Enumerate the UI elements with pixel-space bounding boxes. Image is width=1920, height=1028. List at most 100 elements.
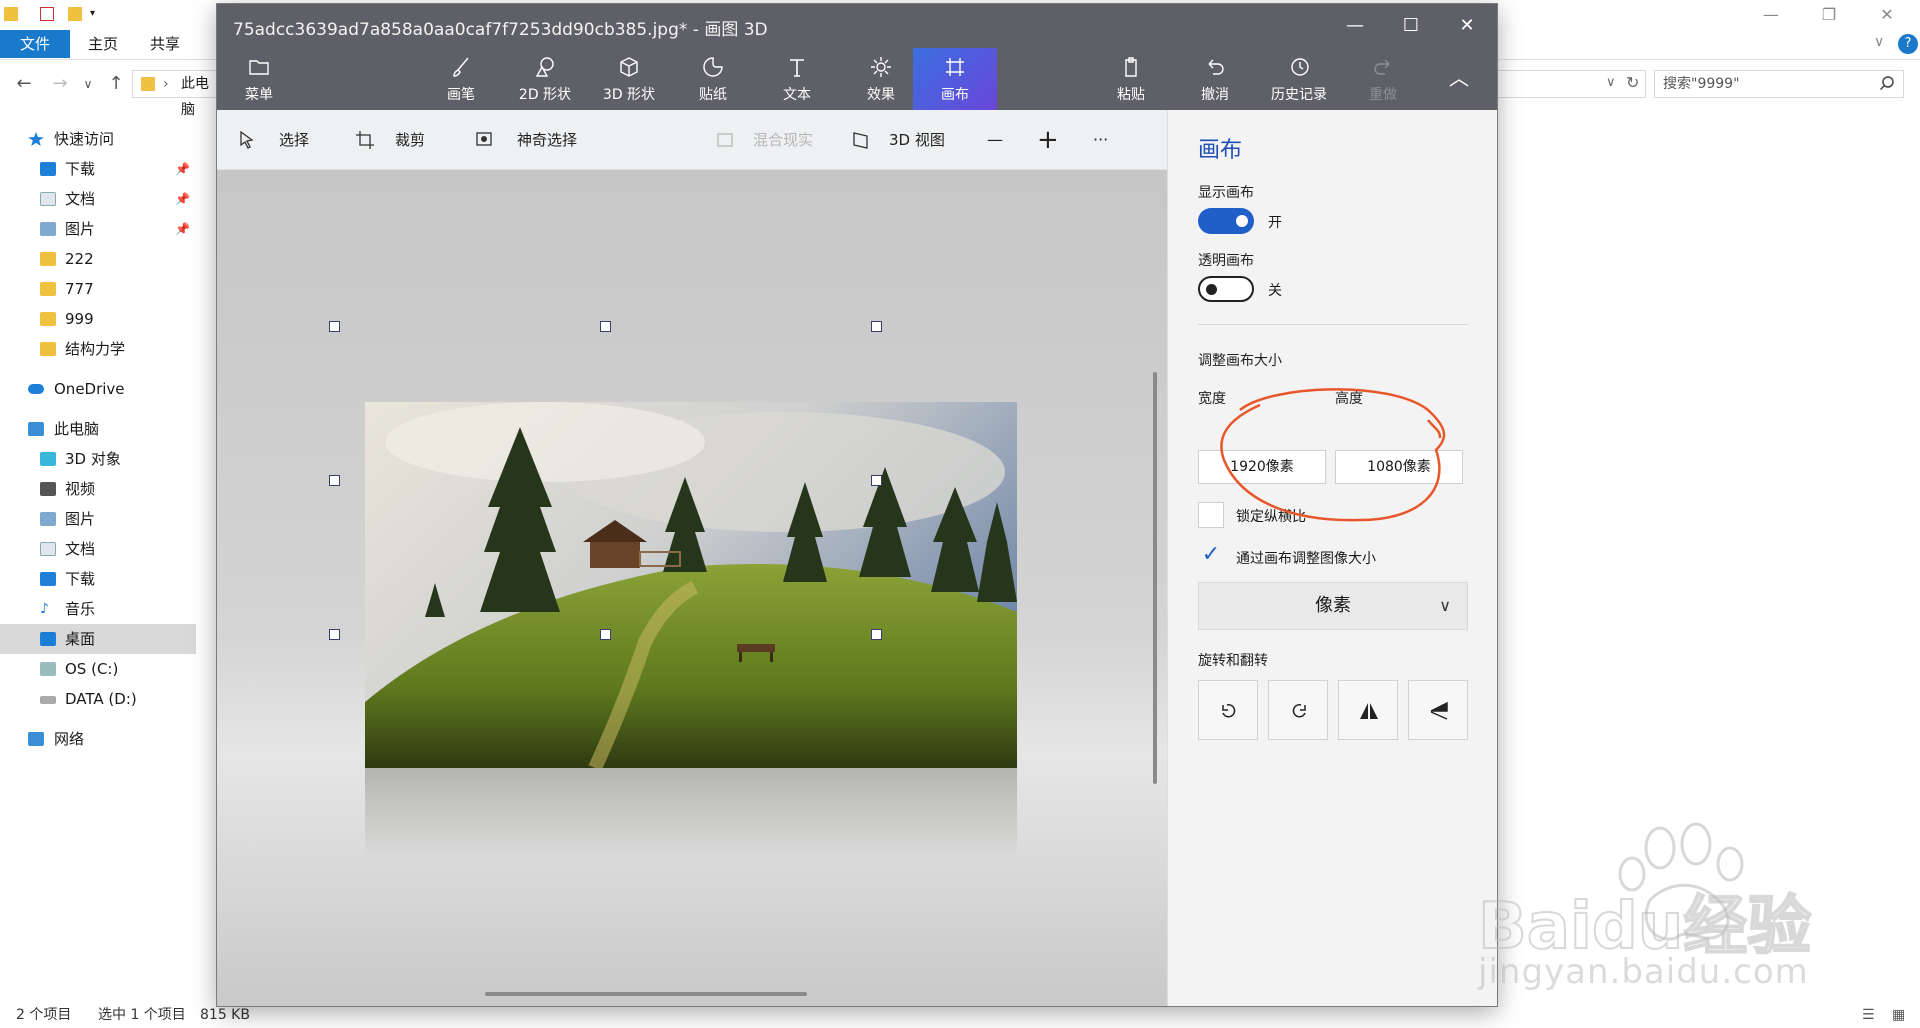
properties-icon[interactable]	[40, 7, 54, 21]
resize-handle-top-left[interactable]	[329, 321, 340, 332]
transparent-canvas-toggle[interactable]	[1198, 276, 1254, 302]
tab-share[interactable]: 共享	[136, 30, 194, 58]
canvas-workspace[interactable]	[217, 170, 1167, 1006]
undo-label: 撤消	[1201, 87, 1229, 103]
text-button[interactable]: 文本	[755, 48, 839, 110]
select-button[interactable]: 选择	[237, 110, 337, 170]
canvas-image[interactable]	[365, 402, 1017, 768]
breadcrumb-chevron-icon: ›	[163, 76, 169, 92]
resize-handle-top-right[interactable]	[871, 321, 882, 332]
sidebar-item-drive-c[interactable]: OS (C:)	[0, 654, 196, 684]
sidebar-item-downloads-pinned[interactable]: 下载 📌	[0, 154, 196, 184]
sidebar-item-folder-999[interactable]: 999	[0, 304, 196, 334]
tab-file[interactable]: 文件	[0, 30, 70, 58]
rotate-left-button[interactable]	[1198, 680, 1258, 740]
up-icon[interactable]: ↑	[104, 72, 128, 96]
address-dropdown-icon[interactable]: ∨	[1606, 75, 1616, 90]
more-options-button[interactable]: ···	[1093, 110, 1123, 170]
resize-handle-right[interactable]	[871, 475, 882, 486]
sidebar-item-pictures-pinned[interactable]: 图片 📌	[0, 214, 196, 244]
resize-handle-bottom-right[interactable]	[871, 629, 882, 640]
sidebar-item-quick-access[interactable]: 快速访问	[0, 124, 196, 154]
address-bar[interactable]: › 此电脑	[132, 70, 222, 118]
maximize-icon[interactable]: ☐	[1383, 4, 1439, 48]
menu-button[interactable]: 菜单	[217, 48, 301, 110]
close-icon[interactable]: ✕	[1864, 0, 1910, 30]
crop-button[interactable]: 裁剪	[355, 110, 455, 170]
zoom-out-button[interactable]: —	[987, 110, 1011, 170]
sidebar-item-folder-777[interactable]: 777	[0, 274, 196, 304]
unit-select[interactable]: 像素 ∨	[1198, 582, 1468, 630]
restore-icon[interactable]: ❐	[1806, 0, 1852, 30]
resize-handle-top[interactable]	[600, 321, 611, 332]
sidebar-item-pictures[interactable]: 图片	[0, 504, 196, 534]
stickers-button[interactable]: 贴纸	[671, 48, 755, 110]
view-3d-button[interactable]: 3D 视图	[851, 110, 961, 170]
sidebar-item-network[interactable]: 网络	[0, 724, 196, 754]
pin-icon[interactable]: 📌	[175, 214, 190, 244]
canvas-button[interactable]: 画布	[913, 48, 997, 110]
paste-button[interactable]: 粘贴	[1089, 48, 1173, 110]
flip-horizontal-button[interactable]	[1338, 680, 1398, 740]
sidebar-item-onedrive[interactable]: OneDrive	[0, 374, 196, 404]
flip-vertical-button[interactable]	[1408, 680, 1468, 740]
undo-button[interactable]: 撤消	[1173, 48, 1257, 110]
sidebar-item-folder-222[interactable]: 222	[0, 244, 196, 274]
rotate-right-button[interactable]	[1268, 680, 1328, 740]
show-canvas-toggle[interactable]	[1198, 208, 1254, 234]
expand-ribbon-icon[interactable]: ∨	[1874, 34, 1884, 50]
paste-label: 粘贴	[1117, 87, 1145, 103]
transparent-canvas-state: 关	[1268, 283, 1282, 299]
history-button[interactable]: 历史记录	[1257, 48, 1341, 110]
sidebar-item-3d-objects[interactable]: 3D 对象	[0, 444, 196, 474]
new-folder-icon[interactable]	[68, 7, 82, 21]
forward-icon[interactable]: →	[48, 72, 72, 96]
sidebar-item-desktop[interactable]: 桌面	[0, 624, 196, 654]
folder-icon	[4, 7, 18, 21]
collapse-toolbar-icon[interactable]: ︿	[1449, 62, 1469, 91]
close-icon[interactable]: ✕	[1439, 4, 1495, 48]
resize-handle-bottom-left[interactable]	[329, 629, 340, 640]
minimize-icon[interactable]: —	[1327, 4, 1383, 48]
resize-canvas-label: 调整画布大小	[1198, 353, 1282, 369]
resize-image-checkbox[interactable]: ✓	[1198, 542, 1224, 568]
sidebar-item-folder-structural-mechanics[interactable]: 结构力学	[0, 334, 196, 364]
pin-icon[interactable]: 📌	[175, 154, 190, 184]
vertical-scrollbar[interactable]	[1153, 372, 1157, 784]
shapes-3d-button[interactable]: 3D 形状	[587, 48, 671, 110]
sidebar-item-downloads[interactable]: 下载	[0, 564, 196, 594]
search-input[interactable]: 搜索"9999"	[1654, 70, 1904, 98]
sidebar-item-drive-d[interactable]: DATA (D:)	[0, 684, 196, 714]
minimize-icon[interactable]: —	[1748, 0, 1794, 30]
sticker-icon	[703, 57, 723, 77]
sidebar-item-documents-pinned[interactable]: 文档 📌	[0, 184, 196, 214]
customize-toolbar-icon[interactable]: ▾	[90, 7, 104, 21]
status-item-count: 2 个项目	[16, 1007, 72, 1023]
navigation-pane: 快速访问 下载 📌 文档 📌 图片 📌 222 777 999 结构力学 One…	[0, 124, 196, 754]
sidebar-item-music[interactable]: ♪ 音乐	[0, 594, 196, 624]
tab-home[interactable]: 主页	[74, 30, 132, 58]
back-icon[interactable]: ←	[12, 72, 36, 96]
cloud-icon	[28, 384, 44, 394]
address-bar-end[interactable]: ∨ ↻	[1496, 70, 1646, 98]
sidebar-item-videos[interactable]: 视频	[0, 474, 196, 504]
view-3d-label: 3D 视图	[889, 131, 945, 149]
zoom-in-button[interactable]: +	[1037, 110, 1061, 170]
effects-button[interactable]: 效果	[839, 48, 923, 110]
pin-icon[interactable]: 📌	[175, 184, 190, 214]
horizontal-scrollbar[interactable]	[485, 992, 807, 996]
recent-locations-icon[interactable]: ∨	[76, 72, 100, 96]
shapes-2d-button[interactable]: 2D 形状	[503, 48, 587, 110]
brushes-button[interactable]: 画笔	[419, 48, 503, 110]
resize-handle-left[interactable]	[329, 475, 340, 486]
sidebar-item-documents[interactable]: 文档	[0, 534, 196, 564]
magic-select-button[interactable]: 神奇选择	[475, 110, 615, 170]
computer-icon	[28, 422, 44, 436]
resize-handle-bottom[interactable]	[600, 629, 611, 640]
help-icon[interactable]: ?	[1898, 34, 1918, 54]
sidebar-item-this-pc[interactable]: 此电脑	[0, 414, 196, 444]
mixed-reality-button[interactable]: 混合现实	[715, 110, 835, 170]
redo-button[interactable]: 重做	[1341, 48, 1425, 110]
refresh-icon[interactable]: ↻	[1626, 73, 1639, 92]
sidebar-item-label: 222	[65, 250, 94, 268]
